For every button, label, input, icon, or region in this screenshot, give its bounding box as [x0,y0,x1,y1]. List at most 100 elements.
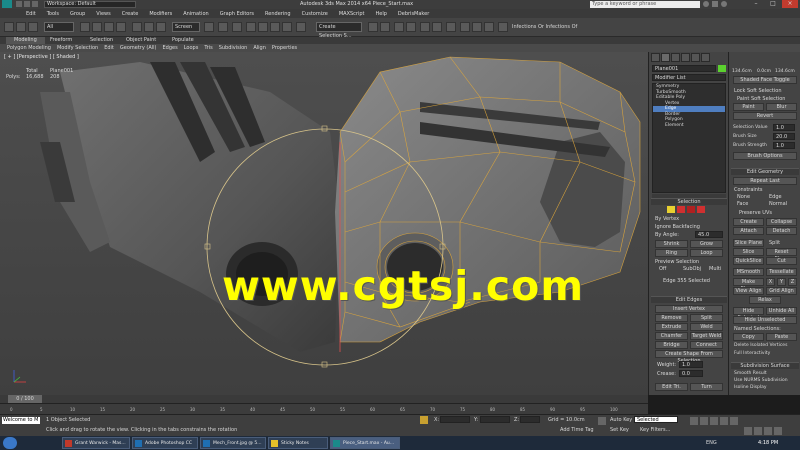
make-planar-button[interactable]: Make Planar [733,278,764,292]
modifier-list-dropdown[interactable]: Modifier List [652,74,726,81]
tab-populate[interactable]: Populate [172,37,194,44]
border-mode-icon[interactable] [687,206,695,213]
edit-geometry-rollout[interactable]: Edit Geometry [731,168,799,175]
ribbon-loops[interactable]: Loops [184,45,199,51]
chamfer-button[interactable]: Chamfer [655,332,688,340]
ribbon-properties[interactable]: Properties [272,45,297,51]
full-interactivity-checkbox[interactable]: Full Interactivity [734,351,770,356]
menu-group[interactable]: Group [70,11,85,17]
by-angle-checkbox[interactable]: By Angle: [655,232,679,238]
attach-button[interactable]: Attach [733,227,764,235]
tessellate-button[interactable]: Tessellate [766,268,797,276]
hide-unselected-button[interactable]: Hide Unselected [733,316,797,324]
create-tab-icon[interactable] [651,53,660,62]
planar-z-button[interactable]: Z [788,278,797,286]
detach-button[interactable]: Detach [766,227,797,235]
menu-create[interactable]: Create [122,11,139,17]
reference-coordinate-dropdown[interactable]: Screen [172,22,200,32]
unhide-all-button[interactable]: Unhide All [766,307,797,315]
tab-freeform[interactable]: Freeform [50,37,72,44]
vertex-mode-icon[interactable] [667,206,675,213]
collapse-button[interactable]: Collapse [766,218,797,226]
selection-filter-dropdown[interactable]: All [44,22,74,32]
menu-debrismaker[interactable]: DebrisMaker [398,11,429,17]
motion-tab-icon[interactable] [681,53,690,62]
target-weld-button[interactable]: Target Weld [690,332,723,340]
close-button[interactable]: × [782,0,798,8]
workspace-dropdown[interactable]: Workspace: Default [44,1,136,8]
timeline-ruler[interactable]: 0 5 10 15 20 25 30 35 40 45 50 55 60 65 … [0,403,648,414]
smooth-result-checkbox[interactable]: Smooth Result [734,371,767,376]
add-time-tag-button[interactable]: Add Time Tag [560,427,594,433]
edit-edges-rollout[interactable]: Edit Edges [651,296,727,303]
open-file-icon[interactable] [24,1,30,7]
scale-icon[interactable] [156,22,166,32]
perspective-viewport[interactable]: [ + ] [Perspective ] [ Shaded ] Total Pla… [0,52,648,395]
weight-field[interactable]: 1.0 [679,361,703,368]
create-shape-button[interactable]: Create Shape From Selection [655,350,723,364]
next-frame-icon[interactable] [720,417,728,425]
paint-button[interactable]: Paint [733,103,764,111]
by-angle-field[interactable]: 45.0 [695,231,723,238]
edit-named-selection-icon[interactable] [296,22,306,32]
x-coord-field[interactable] [440,416,470,423]
render-production-icon[interactable] [484,22,494,32]
grid-align-button[interactable]: Grid Align [766,287,797,295]
ribbon-edit[interactable]: Edit [104,45,114,51]
menu-graph-editors[interactable]: Graph Editors [220,11,254,17]
split-button[interactable]: Split [690,314,723,322]
polygon-mode-icon[interactable] [697,206,705,213]
window-crossing-icon[interactable] [116,22,126,32]
select-by-name-icon[interactable] [92,22,102,32]
previous-frame-icon[interactable] [700,417,708,425]
grow-button[interactable]: Grow [690,240,723,248]
by-vertex-checkbox[interactable]: By Vertex [655,216,679,222]
selection-value-field[interactable]: 1.0 [773,124,795,131]
tab-object-paint[interactable]: Object Paint [126,37,156,44]
orbit-icon[interactable] [764,427,772,435]
move-icon[interactable] [132,22,142,32]
schematic-view-icon[interactable] [432,22,442,32]
task-item[interactable]: Adobe Photoshop CC [132,437,198,449]
brush-options-button[interactable]: Brush Options [733,152,797,160]
auto-key-button[interactable]: Auto Key [610,417,632,423]
ignore-backfacing-checkbox[interactable]: Ignore Backfacing [655,224,700,230]
constraint-face-radio[interactable]: Face [737,201,748,207]
rendered-frame-icon[interactable] [472,22,482,32]
align-icon[interactable] [380,22,390,32]
ribbon-subdivision[interactable]: Subdivision [219,45,248,51]
ring-button[interactable]: Ring [655,249,688,257]
menu-customize[interactable]: Customize [302,11,328,17]
tab-selection[interactable]: Selection [90,37,113,44]
crease-field[interactable]: 0.0 [679,370,703,377]
menu-tools[interactable]: Tools [47,11,59,17]
viewport-label[interactable]: [ + ] [Perspective ] [ Shaded ] [4,54,79,60]
time-slider-knob[interactable]: 0 / 100 [8,395,42,403]
repeat-last-button[interactable]: Repeat Last [733,177,797,185]
view-align-button[interactable]: View Align [733,287,764,295]
msmooth-button[interactable]: MSmooth [733,268,764,276]
subdivision-surface-rollout[interactable]: Subdivision Surface [731,362,799,369]
loop-button[interactable]: Loop [690,249,723,257]
edit-tri-button[interactable]: Edit Tri. [655,383,688,391]
bridge-button[interactable]: Bridge [655,341,688,349]
maxscript-listener-input[interactable]: Welcome to M [2,417,40,424]
curve-editor-icon[interactable] [420,22,430,32]
task-item[interactable]: Sticky Notes [268,437,328,449]
search-icon[interactable] [703,1,709,7]
insert-vertex-button[interactable]: Insert Vertex [655,305,723,313]
slice-plane-button[interactable]: Slice Plane [733,239,764,247]
menu-edit[interactable]: Edit [26,11,36,17]
pivot-icon[interactable] [204,22,214,32]
utilities-tab-icon[interactable] [701,53,710,62]
maximize-viewport-icon[interactable] [774,427,782,435]
menu-help[interactable]: Help [376,11,387,17]
keyboard-shortcut-icon[interactable] [232,22,242,32]
app-logo-icon[interactable] [2,0,12,8]
edge-mode-icon[interactable] [677,206,685,213]
isoline-display-checkbox[interactable]: Isoline Display [734,385,767,390]
lock-soft-selection-checkbox[interactable]: Lock Soft Selection [734,88,782,94]
lock-selection-icon[interactable] [420,416,428,424]
select-object-icon[interactable] [80,22,90,32]
search-input[interactable]: Type a keyword or phrase [590,1,700,8]
